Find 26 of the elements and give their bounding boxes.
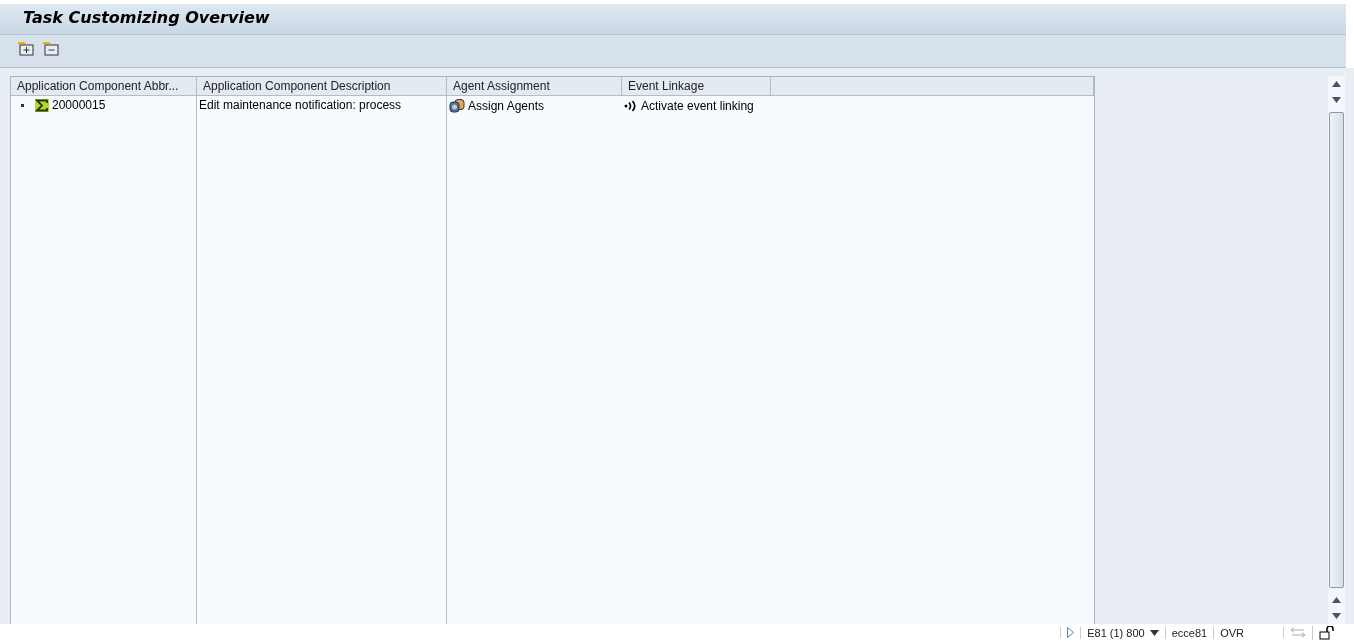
input-mode: OVR <box>1220 626 1244 639</box>
event-linking-link[interactable]: Activate event linking <box>641 98 754 113</box>
lock-icon[interactable] <box>1319 625 1334 640</box>
assign-agents-link[interactable]: Assign Agents <box>468 98 545 113</box>
sigma-icon <box>35 99 49 112</box>
signal-waves-icon <box>624 99 638 112</box>
column-header[interactable]: Agent Assignment <box>447 77 622 96</box>
expand-status-icon[interactable] <box>1067 627 1075 638</box>
column-header[interactable]: Application Component Abbr... <box>11 77 197 96</box>
server-name: ecce81 <box>1171 626 1208 639</box>
dropdown-icon[interactable] <box>1149 629 1159 636</box>
bullet-icon <box>21 104 24 107</box>
expand-all-icon[interactable] <box>17 40 34 56</box>
task-description: Edit maintenance notification: process <box>199 98 402 112</box>
column-header[interactable]: Event Linkage <box>622 77 771 96</box>
scroll-up-icon[interactable] <box>1332 597 1341 603</box>
system-info: E81 (1) 800 <box>1087 626 1145 639</box>
people-icon <box>449 98 465 113</box>
scroll-down-icon[interactable] <box>1332 97 1341 103</box>
task-number[interactable]: 20000015 <box>52 98 106 112</box>
collapse-all-icon[interactable] <box>42 40 59 56</box>
column-header[interactable]: Application Component Description <box>197 77 447 96</box>
window-title: Task Customizing Overview <box>22 7 270 27</box>
scroll-up-icon[interactable] <box>1332 81 1341 87</box>
scrollbar-thumb[interactable] <box>1329 112 1344 588</box>
scroll-down-icon[interactable] <box>1332 613 1341 619</box>
